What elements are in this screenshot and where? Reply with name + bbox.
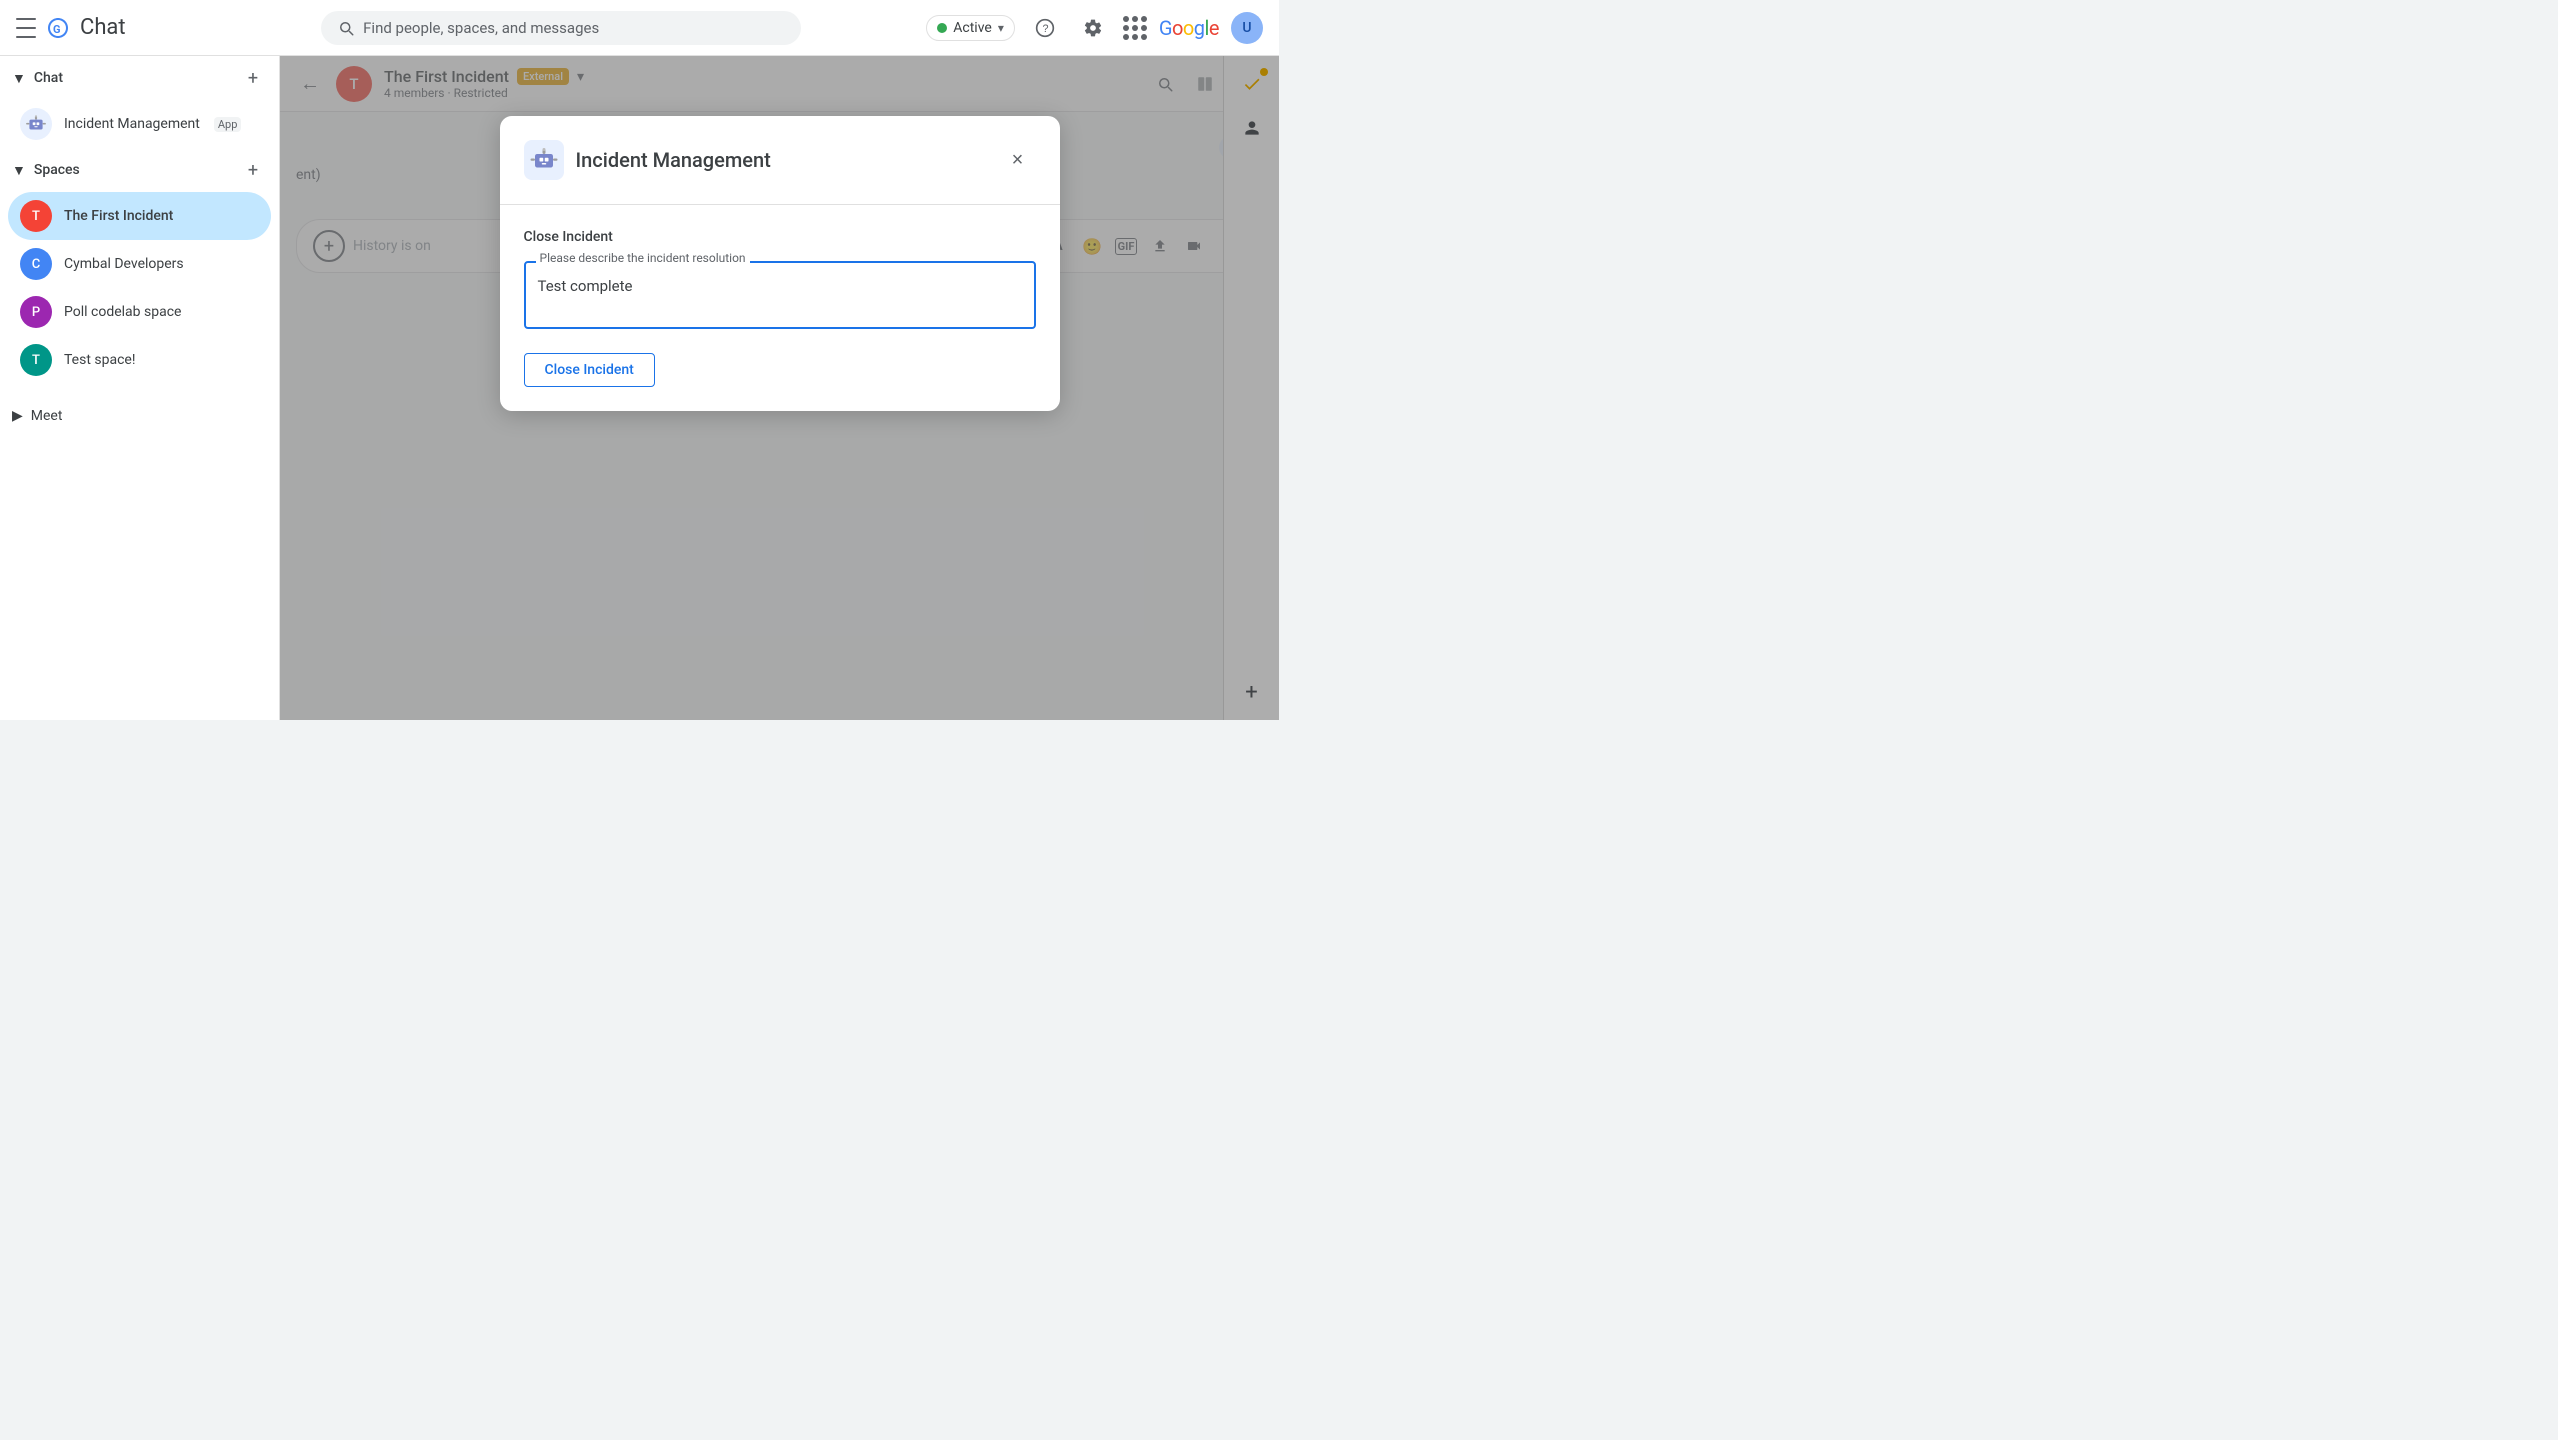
search-bar[interactable]: Find people, spaces, and messages [321,11,801,45]
spaces-section-label: Spaces [34,162,80,178]
dialog-section-title: Close Incident [524,229,1036,245]
spaces-section-title: ▼ Spaces [12,162,80,179]
active-status-badge[interactable]: Active ▾ [926,15,1015,41]
help-icon: ? [1035,18,1055,38]
content-area: ← T The First Incident External ▾ 4 memb… [280,56,1279,720]
svg-text:?: ? [1042,23,1048,35]
google-apps-button[interactable] [1123,16,1147,40]
topbar: G Chat Find people, spaces, and messages… [0,0,1279,56]
search-placeholder: Find people, spaces, and messages [363,19,599,37]
add-space-button[interactable]: + [239,156,267,184]
settings-icon [1083,18,1103,38]
robot-icon [25,113,47,135]
dialog-field-label: Please describe the incident resolution [536,251,750,265]
meet-chevron-icon: ▶ [12,408,23,424]
spaces-chevron-icon: ▼ [12,162,26,179]
active-indicator [937,23,947,33]
dialog-field-wrapper: Please describe the incident resolution [524,261,1036,333]
topbar-right: Active ▾ ? Google U [926,10,1263,46]
app-title: Chat [80,15,126,40]
main-layout: ▼ Chat + Incident Management Ap [0,56,1279,720]
incident-management-dialog: Incident Management × Close Incident Ple… [500,116,1060,411]
meet-section-label: Meet [31,408,63,424]
google-chat-logo: G [44,14,72,42]
settings-button[interactable] [1075,10,1111,46]
sidebar-item-cymbal-developers[interactable]: C Cymbal Developers [8,240,271,288]
meet-section-title: ▶ Meet [12,408,62,424]
dialog-title-row: Incident Management [524,140,771,180]
dialog-divider [500,204,1060,205]
dialog-overlay: Incident Management × Close Incident Ple… [280,56,1279,720]
sidebar: ▼ Chat + Incident Management Ap [0,56,280,720]
space-avatar-t1: T [20,200,52,232]
chat-section-label: Chat [34,70,63,86]
sidebar-item-the-first-incident[interactable]: T The First Incident [8,192,271,240]
topbar-left: G Chat [16,14,196,42]
user-avatar[interactable]: U [1231,12,1263,44]
meet-section-header[interactable]: ▶ Meet [0,400,279,432]
space-avatar-test: T [20,344,52,376]
space-label-first-incident: The First Incident [64,208,173,224]
dialog-bot-icon [524,140,564,180]
chat-section-title: ▼ Chat [12,70,63,87]
chat-chevron-icon: ▼ [12,70,26,87]
active-label: Active [953,20,992,36]
sidebar-item-incident-management[interactable]: Incident Management App [8,100,271,148]
space-label-cymbal: Cymbal Developers [64,256,184,272]
dialog-resolution-textarea[interactable] [524,261,1036,329]
app-badge: App [214,117,242,132]
space-label-test: Test space! [64,352,135,368]
space-avatar-poll: P [20,296,52,328]
incident-management-label: Incident Management [64,116,200,132]
add-chat-button[interactable]: + [239,64,267,92]
svg-text:G: G [53,23,61,36]
chat-section-header[interactable]: ▼ Chat + [0,56,279,100]
sidebar-item-test-space[interactable]: T Test space! [8,336,271,384]
dialog-header: Incident Management × [524,140,1036,180]
search-icon [337,19,355,37]
dialog-robot-icon [529,145,559,175]
spaces-section-header[interactable]: ▼ Spaces + [0,148,279,192]
google-wordmark: Google [1159,16,1219,40]
avatar-initial: U [1242,20,1251,36]
dialog-close-button[interactable]: × [1000,142,1036,178]
hamburger-menu-icon[interactable] [16,18,36,38]
topbar-search: Find people, spaces, and messages [196,11,926,45]
close-incident-button[interactable]: Close Incident [524,353,655,387]
dialog-title: Incident Management [576,148,771,172]
bot-avatar [20,108,52,140]
space-label-poll: Poll codelab space [64,304,181,320]
help-button[interactable]: ? [1027,10,1063,46]
space-avatar-cymbal: C [20,248,52,280]
sidebar-item-poll-codelab[interactable]: P Poll codelab space [8,288,271,336]
active-dropdown-icon: ▾ [998,21,1004,35]
